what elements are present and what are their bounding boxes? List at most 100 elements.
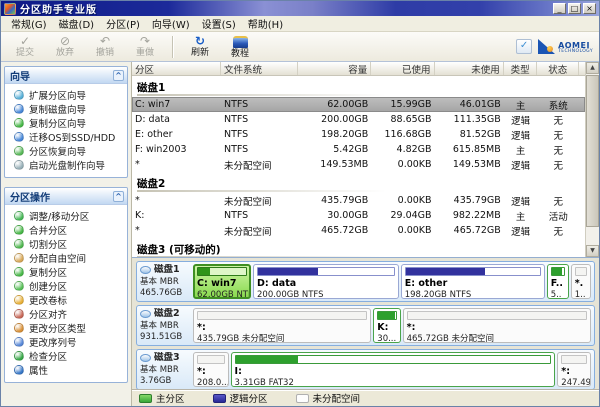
usage-bar bbox=[551, 267, 565, 276]
partition-block[interactable]: *:435.79GB 未分配空间 bbox=[193, 308, 371, 343]
disk-group-label: 磁盘1 bbox=[132, 76, 585, 93]
sidebar-operation-item[interactable]: 切割分区 bbox=[5, 237, 127, 251]
sidebar-operation-item[interactable]: 更改卷标 bbox=[5, 293, 127, 307]
partition-block[interactable]: *.1.. bbox=[571, 264, 591, 299]
partition-size-label: 62.00GB NTFS bbox=[197, 290, 247, 299]
partition-row[interactable]: D: dataNTFS200.00GB88.65GB111.35GB逻辑无 bbox=[132, 112, 585, 127]
toolbar-button-label: 放弃 bbox=[45, 48, 85, 58]
partition-cell: 主 bbox=[504, 98, 538, 112]
menu-item-help[interactable]: 帮助(H) bbox=[242, 16, 289, 31]
sidebar-wizard-item[interactable]: 启动光盘制作向导 bbox=[5, 158, 127, 172]
partition-cell: 4.82GB bbox=[371, 144, 434, 155]
partition-size-label: 200.00GB NTFS bbox=[257, 290, 395, 299]
partition-block[interactable]: D: data200.00GB NTFS bbox=[253, 264, 399, 299]
sidebar-operation-item[interactable]: 调整/移动分区 bbox=[5, 209, 127, 223]
partition-block[interactable]: I:3.31GB FAT32 bbox=[231, 352, 556, 387]
chevron-up-icon[interactable]: ^ bbox=[113, 70, 124, 81]
partition-row[interactable]: K:NTFS30.00GB29.04GB982.22MB主活动 bbox=[132, 208, 585, 223]
partition-row[interactable]: *未分配空间465.72GB0.00KB465.72GB逻辑无 bbox=[132, 223, 585, 238]
scrollbar-up-button[interactable]: ▲ bbox=[586, 62, 599, 74]
partition-block[interactable]: C: win762.00GB NTFS bbox=[193, 264, 251, 299]
disk-info: 磁盘1基本 MBR465.76GB bbox=[140, 264, 190, 298]
sidebar-wizard-item[interactable]: 迁移OS到SSD/HDD bbox=[5, 130, 127, 144]
toolbar-button-label: 重做 bbox=[125, 48, 165, 58]
partition-size-label: 435.79GB 未分配空间 bbox=[197, 334, 367, 343]
sidebar-wizard-item[interactable]: 扩展分区向导 bbox=[5, 88, 127, 102]
undo-icon: ↶ bbox=[85, 35, 125, 48]
partition-row[interactable]: *未分配空间435.79GB0.00KB435.79GB逻辑无 bbox=[132, 193, 585, 208]
sidebar-wizard-item[interactable]: 分区恢复向导 bbox=[5, 144, 127, 158]
scrollbar-track[interactable] bbox=[586, 228, 599, 245]
sidebar-wizard-item[interactable]: 复制分区向导 bbox=[5, 116, 127, 130]
partition-size-label: 208.0... bbox=[197, 378, 225, 387]
sidebar-operation-item[interactable]: 合并分区 bbox=[5, 223, 127, 237]
redo-button[interactable]: ↷重做 bbox=[125, 35, 165, 58]
sidebar-operation-item[interactable]: 更改分区类型 bbox=[5, 321, 127, 335]
panel-header[interactable]: 分区操作^ bbox=[5, 188, 127, 205]
scrollbar-down-button[interactable]: ▼ bbox=[586, 245, 599, 257]
panel-header[interactable]: 向导^ bbox=[5, 67, 127, 84]
menu-item-disk[interactable]: 磁盘(D) bbox=[53, 16, 101, 31]
partition-block[interactable]: E: other198.20GB NTFS bbox=[401, 264, 545, 299]
legend-bar: 主分区逻辑分区未分配空间 bbox=[132, 389, 599, 406]
chevron-up-icon[interactable]: ^ bbox=[113, 191, 124, 202]
usage-bar bbox=[257, 267, 395, 276]
column-header[interactable]: 分区 bbox=[132, 62, 221, 75]
discard-button[interactable]: ⊘放弃 bbox=[45, 35, 85, 58]
tutorial-button[interactable]: 教程 bbox=[220, 35, 260, 59]
maximize-button[interactable]: □ bbox=[568, 3, 581, 14]
check-badge-icon[interactable]: ✓ bbox=[516, 39, 532, 54]
column-header[interactable]: 容量 bbox=[298, 62, 371, 75]
discard-icon: ⊘ bbox=[45, 35, 85, 48]
main-area: 分区文件系统容量已使用未使用类型状态磁盘1 C: win7NTFS62.00GB1… bbox=[132, 62, 599, 406]
sidebar-item-icon bbox=[14, 104, 24, 114]
partition-cell: 无 bbox=[537, 158, 579, 172]
disk-name-label: 磁盘3 bbox=[154, 352, 180, 364]
menu-item-general[interactable]: 常规(G) bbox=[5, 16, 53, 31]
refresh-button[interactable]: ↻刷新 bbox=[180, 35, 220, 58]
partition-block[interactable]: *:247.49... bbox=[557, 352, 591, 387]
partition-row[interactable]: F: win2003NTFS5.42GB4.82GB615.85MB主无 bbox=[132, 142, 585, 157]
sidebar-item-icon bbox=[14, 118, 24, 128]
close-button[interactable]: × bbox=[583, 3, 596, 14]
column-header[interactable]: 类型 bbox=[504, 62, 538, 75]
sidebar-item-label: 更改分区类型 bbox=[29, 321, 86, 335]
partition-block[interactable]: K:30... bbox=[373, 308, 400, 343]
sidebar-wizard-item[interactable]: 复制磁盘向导 bbox=[5, 102, 127, 116]
sidebar-item-icon bbox=[14, 160, 24, 170]
partition-row[interactable]: *未分配空间149.53MB0.00KB149.53MB逻辑无 bbox=[132, 157, 585, 172]
partition-block[interactable]: *:465.72GB 未分配空间 bbox=[403, 308, 591, 343]
menu-item-partition[interactable]: 分区(P) bbox=[100, 16, 146, 31]
partition-cell: 200.00GB bbox=[298, 114, 371, 125]
partition-cell: 主 bbox=[504, 209, 538, 223]
sidebar-operation-item[interactable]: 属性 bbox=[5, 363, 127, 377]
menu-item-settings[interactable]: 设置(S) bbox=[196, 16, 242, 31]
disk-name: 磁盘2 bbox=[140, 308, 190, 320]
sidebar-operation-item[interactable]: 创建分区 bbox=[5, 279, 127, 293]
logo-subtext: TECHNOLOGY bbox=[558, 50, 593, 55]
commit-button[interactable]: ✓提交 bbox=[5, 35, 45, 58]
column-header[interactable]: 未使用 bbox=[435, 62, 504, 75]
sidebar-item-icon bbox=[14, 211, 24, 221]
sidebar-item-icon bbox=[14, 90, 24, 100]
column-header[interactable]: 已使用 bbox=[371, 62, 434, 75]
sidebar-operation-item[interactable]: 检查分区 bbox=[5, 349, 127, 363]
commit-icon: ✓ bbox=[5, 35, 45, 48]
undo-button[interactable]: ↶撤销 bbox=[85, 35, 125, 58]
partition-row[interactable]: E: otherNTFS198.20GB116.68GB81.52GB逻辑无 bbox=[132, 127, 585, 142]
partition-cell: NTFS bbox=[221, 144, 298, 155]
partition-block[interactable]: F..5.. bbox=[547, 264, 569, 299]
minimize-button[interactable]: _ bbox=[553, 3, 566, 14]
column-header[interactable]: 状态 bbox=[537, 62, 579, 75]
partition-block[interactable]: *:208.0... bbox=[193, 352, 229, 387]
sidebar-operation-item[interactable]: 分区对齐 bbox=[5, 307, 127, 321]
vertical-scrollbar[interactable]: ▲ ▼ bbox=[585, 62, 599, 257]
partition-row[interactable]: C: win7NTFS62.00GB15.99GB46.01GB主系统 bbox=[132, 97, 585, 112]
scrollbar-thumb[interactable] bbox=[586, 75, 599, 227]
menu-item-wizard[interactable]: 向导(W) bbox=[146, 16, 196, 31]
sidebar-operation-item[interactable]: 更改序列号 bbox=[5, 335, 127, 349]
sidebar-operation-item[interactable]: 复制分区 bbox=[5, 265, 127, 279]
sidebar-operation-item[interactable]: 分配自由空间 bbox=[5, 251, 127, 265]
redo-icon: ↷ bbox=[125, 35, 165, 48]
column-header[interactable]: 文件系统 bbox=[221, 62, 298, 75]
